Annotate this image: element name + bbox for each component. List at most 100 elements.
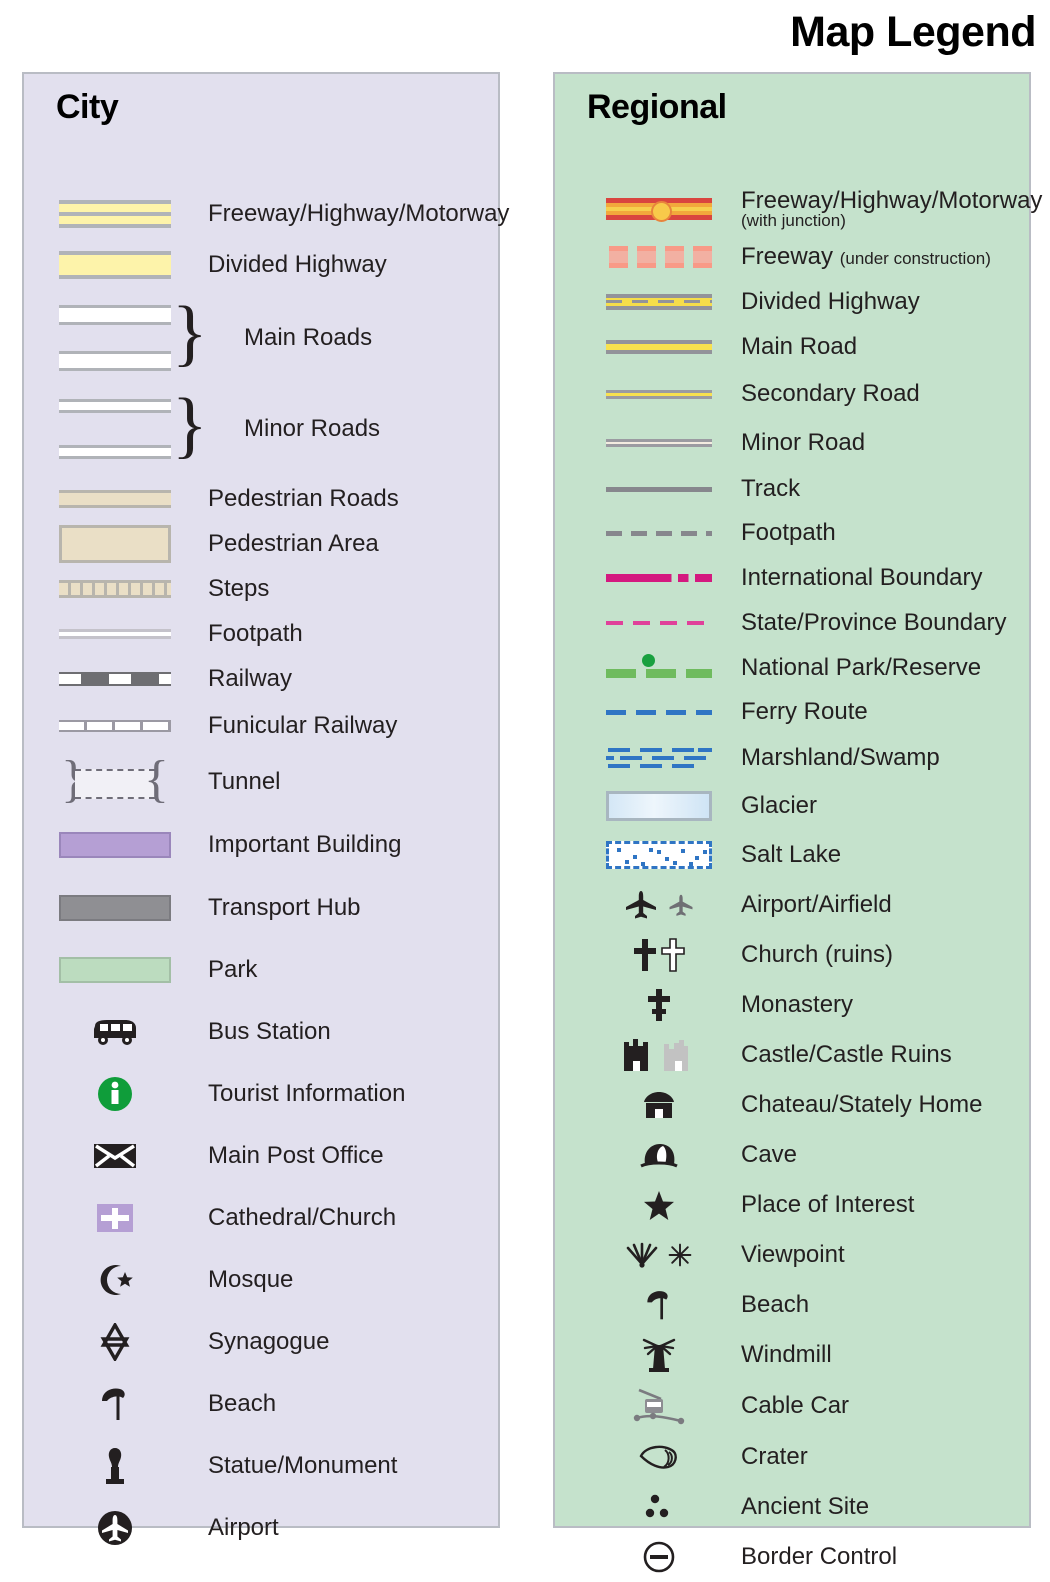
city-transport-hub-swatch (46, 894, 184, 921)
legend-item: State/Province Boundary (555, 600, 1029, 645)
legend-label: Mosque (208, 1266, 294, 1294)
regional-legend-panel: Regional Freeway/Highway/Motorway (with … (553, 72, 1042, 1573)
legend-item: Important Building (24, 813, 498, 876)
legend-item: Cathedral/Church (24, 1187, 498, 1249)
legend-label: Tunnel (208, 768, 281, 796)
legend-item: Freeway (under construction) (555, 234, 1029, 279)
cross-on-purple-icon (46, 1203, 184, 1233)
legend-sublabel: (with junction) (741, 211, 846, 231)
cable-car-icon (599, 1385, 719, 1427)
legend-sublabel: (under construction) (839, 248, 991, 268)
regional-ferry-route-swatch (599, 709, 719, 715)
star-of-david-icon (46, 1323, 184, 1361)
legend-item: Mosque (24, 1249, 498, 1311)
regional-marshland-swatch (599, 745, 719, 771)
legend-item: Pedestrian Area (24, 521, 498, 566)
legend-item: National Park/Reserve (555, 645, 1029, 690)
legend-item: Beach (24, 1373, 498, 1435)
legend-item: Monastery (555, 980, 1029, 1030)
legend-item: Airport/Airfield (555, 880, 1029, 930)
city-footpath-swatch (46, 628, 184, 639)
legend-label: Main Post Office (208, 1142, 384, 1170)
brace-main-roads: } (172, 292, 208, 374)
legend-item: Salt Lake (555, 830, 1029, 880)
legend-label: National Park/Reserve (741, 653, 982, 681)
legend-item: Ancient Site (555, 1482, 1029, 1532)
parasol-icon (46, 1385, 184, 1423)
city-park-swatch (46, 957, 184, 983)
legend-label: Beach (741, 1291, 810, 1319)
cave-icon (599, 1140, 719, 1170)
information-icon (46, 1074, 184, 1114)
bus-icon (46, 1017, 184, 1047)
regional-national-park-swatch (599, 654, 719, 678)
city-pedestrian-area-swatch (46, 524, 184, 563)
legend-item: Main Post Office (24, 1125, 498, 1187)
legend-item: }{ Tunnel (24, 751, 498, 813)
regional-secondary-road-swatch (599, 389, 719, 399)
legend-item: Freeway/Highway/Motorway (with junction) (555, 184, 1042, 234)
legend-label: Church (ruins) (741, 941, 894, 969)
regional-minor-road-swatch (599, 439, 719, 447)
regional-international-boundary-swatch (599, 573, 719, 582)
legend-item: Railway (24, 656, 498, 701)
legend-item: Track (555, 467, 1029, 511)
legend-label: Bus Station (208, 1018, 331, 1046)
legend-label: Cave (741, 1141, 798, 1169)
legend-label: Important Building (208, 830, 402, 858)
regional-freeway-construction-swatch (599, 245, 719, 268)
legend-item: Cave (555, 1130, 1029, 1180)
legend-item: Main Road (555, 324, 1029, 369)
legend-item: Place of Interest (555, 1180, 1029, 1230)
legend-item: } Minor Roads (24, 382, 498, 476)
legend-label: Tourist Information (208, 1080, 406, 1108)
legend-item: Church (ruins) (555, 930, 1029, 980)
legend-item: Statue/Monument (24, 1435, 498, 1497)
legend-label: Steps (208, 574, 270, 602)
legend-label: Salt Lake (741, 841, 842, 869)
legend-label: Ferry Route (741, 698, 868, 726)
legend-item: Crater (555, 1432, 1029, 1482)
regional-panel-heading: Regional (587, 88, 727, 126)
legend-label: International Boundary (741, 563, 983, 591)
legend-label: Minor Roads (244, 415, 381, 443)
city-panel-heading: City (56, 88, 119, 126)
legend-item: Border Control (555, 1532, 1029, 1582)
airplane-in-circle-icon (46, 1508, 184, 1548)
legend-label: Secondary Road (741, 380, 920, 408)
legend-label: Place of Interest (741, 1191, 915, 1219)
orthodox-cross-icon (599, 987, 719, 1023)
legend-item: Freeway/Highway/Motorway (24, 192, 509, 236)
legend-item: Steps (24, 566, 498, 611)
legend-label: Monastery (741, 991, 854, 1019)
city-important-building-swatch (46, 831, 184, 858)
legend-item: Ferry Route (555, 690, 1029, 734)
legend-label: Minor Road (741, 429, 866, 457)
legend-item: Chateau/Stately Home (555, 1080, 1029, 1130)
legend-item: Cable Car (555, 1380, 1029, 1432)
legend-item: Viewpoint (555, 1230, 1029, 1280)
legend-item: Pedestrian Roads (24, 476, 498, 521)
legend-item: Glacier (555, 782, 1029, 830)
envelope-icon (46, 1141, 184, 1171)
legend-label: Freeway/Highway/Motorway (208, 200, 510, 228)
regional-state-boundary-swatch (599, 620, 719, 625)
regional-main-road-swatch (599, 339, 719, 354)
legend-label: Airport/Airfield (741, 891, 892, 919)
city-railway-swatch (46, 671, 184, 686)
airplane-icon-pair (599, 890, 719, 920)
legend-label: Footpath (208, 619, 303, 647)
legend-item: Marshland/Swamp (555, 734, 1029, 782)
regional-track-swatch (599, 486, 719, 492)
city-divided-highway-swatch (46, 251, 184, 279)
legend-label: Beach (208, 1390, 277, 1418)
legend-label: Border Control (741, 1543, 898, 1571)
city-funicular-railway-swatch (46, 720, 184, 732)
city-freeway-swatch (46, 200, 184, 228)
legend-label: Pedestrian Area (208, 529, 379, 557)
legend-label: Railway (208, 664, 293, 692)
legend-label: Footpath (741, 519, 836, 547)
legend-label: Synagogue (208, 1328, 330, 1356)
legend-item: Footpath (555, 511, 1029, 555)
brace-minor-roads: } (172, 384, 208, 466)
